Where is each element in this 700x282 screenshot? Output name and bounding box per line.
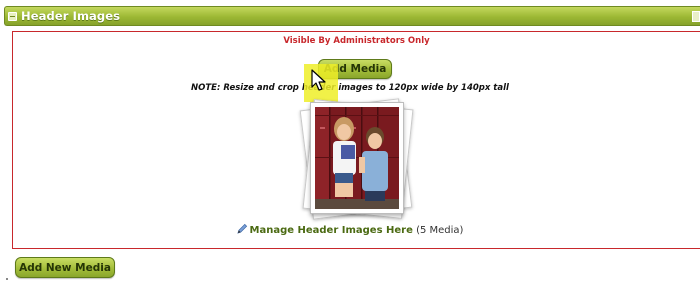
pointer-cursor-icon [311, 69, 326, 91]
manage-header-images-link[interactable]: Manage Header Images Here [250, 225, 413, 236]
collapse-icon[interactable] [8, 11, 17, 21]
edge-artifact [6, 278, 8, 280]
panel-option-icon[interactable] [692, 11, 700, 22]
pencil-icon[interactable] [236, 223, 248, 234]
add-new-media-button[interactable]: Add New Media [15, 257, 115, 278]
resize-note: NOTE: Resize and crop header images to 1… [191, 83, 509, 93]
students-photo [315, 107, 399, 209]
header-photo [310, 102, 404, 214]
panel-header: Header Images [4, 6, 700, 26]
manage-images-row: Manage Header Images Here (5 Media) [0, 223, 700, 236]
panel-title: Header Images [21, 9, 121, 23]
header-image-preview[interactable] [298, 98, 416, 220]
media-count: (5 Media) [416, 225, 464, 236]
visibility-note: Visible By Administrators Only [283, 36, 430, 46]
